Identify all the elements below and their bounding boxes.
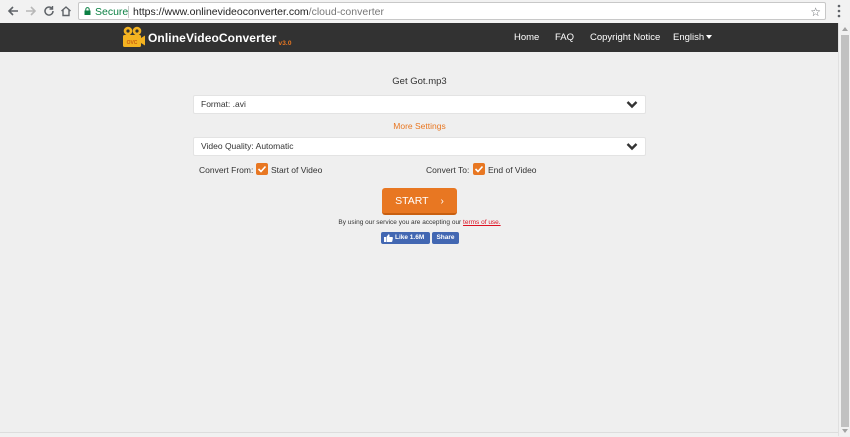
logo-word-online: Online: [148, 31, 186, 45]
reload-icon[interactable]: [41, 3, 57, 19]
more-settings-link[interactable]: More Settings: [193, 121, 646, 131]
convert-to-value[interactable]: End of Video: [488, 165, 537, 175]
nav-home[interactable]: Home: [514, 23, 539, 52]
caret-down-icon: [706, 35, 713, 40]
convert-from-checkbox[interactable]: [256, 163, 268, 175]
address-bar[interactable]: Secure https://www.onlinevideoconverter.…: [78, 2, 826, 20]
nav-copyright-notice[interactable]: Copyright Notice: [590, 23, 660, 52]
scrollbar-thumb[interactable]: [841, 35, 849, 427]
convert-from-value[interactable]: Start of Video: [271, 165, 322, 175]
terms-text: By using our service you are accepting o…: [338, 219, 462, 226]
video-quality-select[interactable]: Video Quality: Automatic: [193, 137, 646, 156]
horizontal-scrollbar[interactable]: [0, 432, 838, 437]
url-domain: https://www.onlinevideoconverter.com: [133, 6, 309, 18]
browser-menu-icon[interactable]: [837, 4, 841, 18]
chevron-down-icon: [626, 101, 638, 109]
site-header: OVC OnlineVideoConverter v3.0 Home FAQ Co…: [0, 23, 838, 52]
browser-toolbar: Secure https://www.onlinevideoconverter.…: [0, 0, 850, 24]
url-path: /cloud-converter: [308, 6, 384, 18]
video-quality-value: Video Quality: Automatic: [201, 141, 294, 151]
bookmark-star-icon[interactable]: ☆: [810, 3, 821, 21]
camera-logo-icon[interactable]: OVC: [122, 26, 146, 48]
like-count: Like 1.6M: [395, 234, 425, 241]
vertical-scrollbar[interactable]: [838, 23, 850, 436]
lock-icon: [84, 7, 91, 15]
terms-notice: By using our service you are accepting o…: [193, 219, 646, 226]
site-logo[interactable]: OnlineVideoConverter v3.0: [148, 31, 292, 47]
forward-arrow-icon[interactable]: [23, 3, 39, 19]
logo-word-video: Video: [185, 31, 219, 45]
facebook-share-button[interactable]: Share: [432, 232, 459, 244]
format-value: Format: .avi: [201, 99, 246, 109]
language-label: English: [673, 32, 705, 43]
address-separator: [128, 6, 129, 18]
checkmark-icon: [474, 165, 484, 173]
chevron-right-icon: ›: [440, 196, 444, 207]
logo-version: v3.0: [278, 40, 292, 47]
home-icon[interactable]: [58, 3, 74, 19]
file-name-title: Get Got.mp3: [392, 76, 447, 87]
format-select[interactable]: Format: .avi: [193, 95, 646, 114]
scroll-up-arrow-icon[interactable]: [842, 27, 848, 31]
checkmark-icon: [257, 165, 267, 173]
start-label: START: [395, 195, 429, 207]
convert-to-label: Convert To:: [426, 165, 470, 175]
thumbs-up-icon: [384, 234, 393, 242]
nav-language-dropdown[interactable]: English: [673, 23, 713, 52]
nav-faq[interactable]: FAQ: [555, 23, 574, 52]
logo-word-converter: Converter: [218, 31, 277, 45]
chevron-down-icon: [626, 143, 638, 151]
svg-text:OVC: OVC: [127, 40, 138, 46]
convert-to-checkbox[interactable]: [473, 163, 485, 175]
convert-from-label: Convert From:: [199, 165, 254, 175]
url-text: https://www.onlinevideoconverter.com/clo…: [133, 3, 384, 21]
secure-label: Secure: [95, 6, 129, 18]
start-button[interactable]: START ›: [382, 188, 457, 215]
terms-of-use-link[interactable]: terms of use.: [463, 219, 501, 226]
back-arrow-icon[interactable]: [5, 3, 21, 19]
scroll-down-arrow-icon[interactable]: [842, 429, 848, 433]
facebook-like-button[interactable]: Like 1.6M: [381, 232, 430, 244]
